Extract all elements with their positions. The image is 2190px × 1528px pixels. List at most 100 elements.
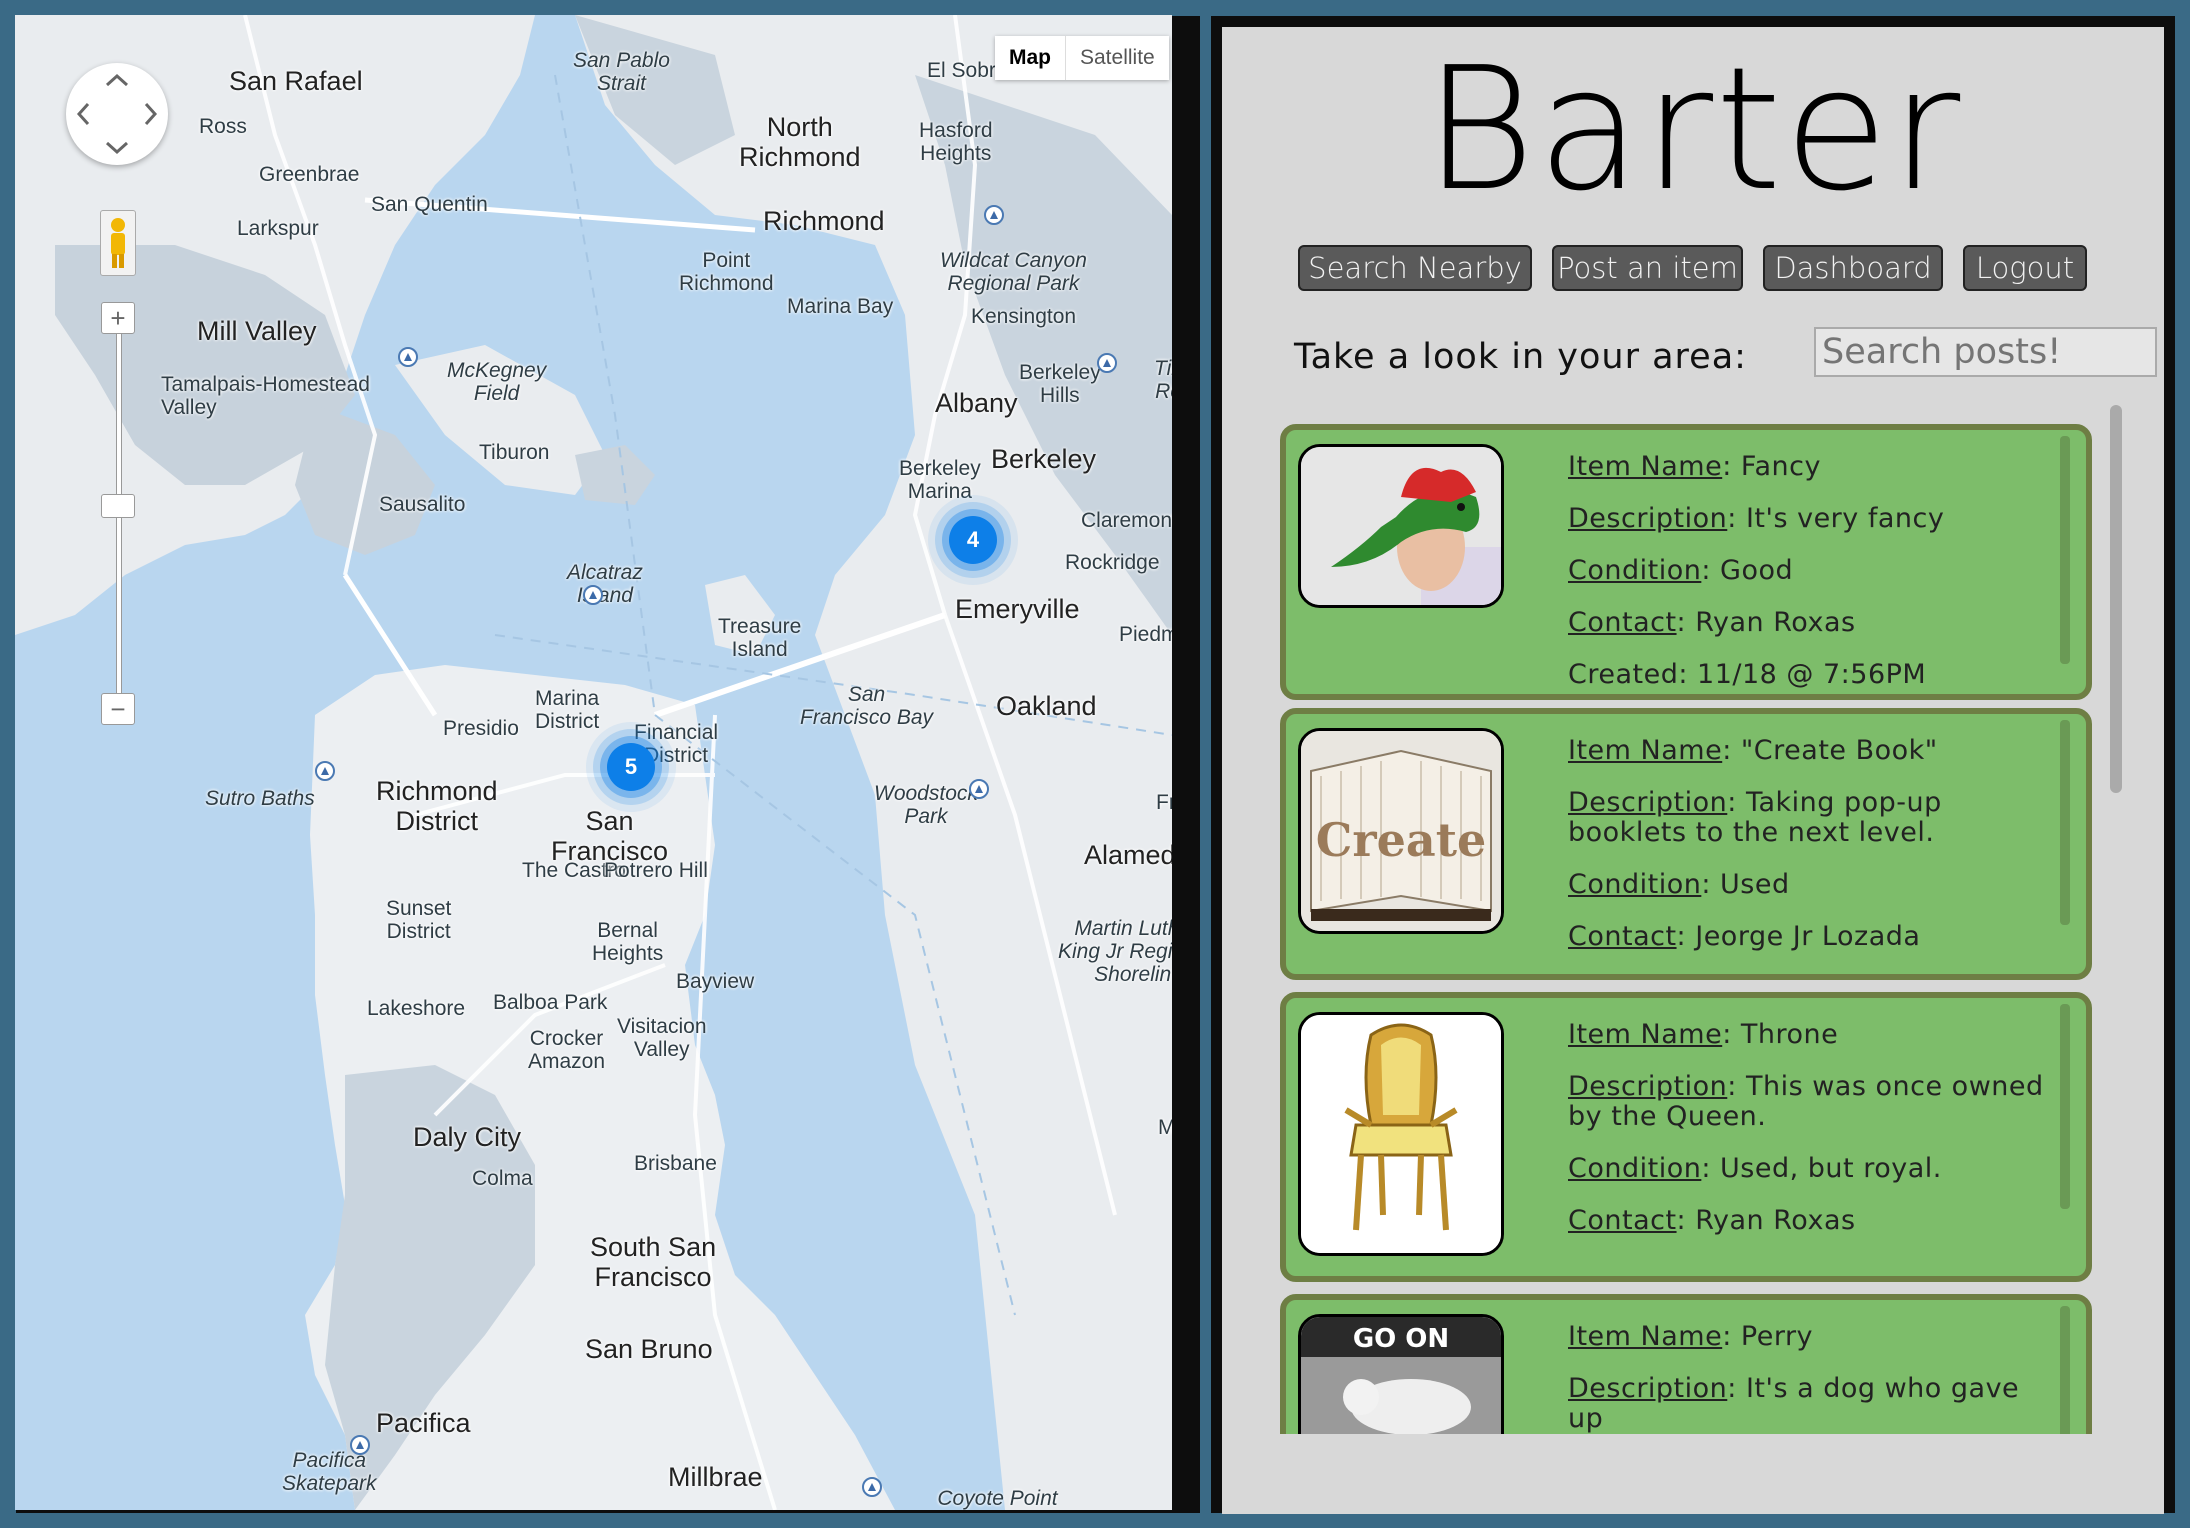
map-place-label: McKegney Field — [447, 359, 547, 406]
card-scrollbar[interactable] — [2060, 436, 2070, 664]
map-place-label: Woodstock Park — [874, 782, 978, 829]
map-place-label: Bernal Heights — [592, 919, 664, 966]
map-place-label: Sutro Baths — [205, 787, 315, 810]
map-place-label: Brisbane — [634, 1152, 717, 1175]
create-book-photo-icon: Create — [1301, 731, 1501, 931]
pan-control[interactable] — [66, 63, 168, 165]
field-key[interactable]: Item Name — [1568, 1019, 1722, 1050]
barter-app: Barter Search Nearby Post an item Dashbo… — [1222, 27, 2164, 1514]
post-field-item-name: Item Name: Perry — [1568, 1321, 1814, 1352]
card-scrollbar[interactable] — [2060, 1004, 2070, 1209]
field-key[interactable]: Item Name — [1568, 1321, 1722, 1352]
zoom-in-button[interactable]: + — [101, 302, 135, 334]
zoom-slider-handle[interactable] — [101, 494, 135, 518]
barter-logo: Barter — [1423, 31, 1963, 229]
park-poi-icon[interactable] — [398, 347, 418, 367]
map-place-label: South San Francisco — [590, 1232, 717, 1292]
meme-text: GO ON — [1353, 1324, 1449, 1354]
map-place-label: Coyote Point Recreation Area — [937, 1487, 1058, 1510]
map-place-label: Presidio — [443, 717, 519, 740]
post-card[interactable]: Item Name: Fancy Description: It's very … — [1280, 424, 2092, 700]
post-created: Created: 11/18 @ 7:56PM — [1568, 659, 1927, 690]
park-poi-icon[interactable] — [583, 585, 603, 605]
park-poi-icon[interactable] — [969, 779, 989, 799]
post-field-contact: Contact: Ryan Roxas — [1568, 1205, 1856, 1236]
field-key[interactable]: Description — [1568, 1373, 1727, 1404]
map-type-control: Map Satellite — [995, 36, 1169, 80]
post-card[interactable]: Item Name: Throne Description: This was … — [1280, 992, 2092, 1282]
book-art-text: Create — [1316, 813, 1486, 867]
map-place-label: Marina District — [535, 687, 600, 734]
pan-arrows-icon — [76, 73, 158, 155]
field-value: Used — [1720, 869, 1790, 900]
map-place-label: North Richmond — [739, 112, 861, 172]
map-place-label: Potrero Hill — [604, 859, 708, 882]
map-place-label: San Francisco — [551, 806, 669, 866]
map-place-label: Alcatraz Island — [567, 561, 643, 608]
map-place-label: Daly City — [413, 1122, 522, 1152]
street-view-pegman[interactable] — [100, 210, 136, 276]
field-key[interactable]: Condition — [1568, 869, 1701, 900]
post-field-description: Description: Taking pop-up booklets to t… — [1568, 787, 1942, 848]
map-place-label: Tiburon — [479, 441, 550, 464]
search-nearby-button[interactable]: Search Nearby — [1298, 245, 1532, 291]
dashboard-button[interactable]: Dashboard — [1763, 245, 1943, 291]
zoom-out-button[interactable]: − — [101, 693, 135, 725]
field-value: "Create Book" — [1740, 735, 1938, 766]
post-field-description: Description: It's a dog who gave up — [1568, 1373, 2020, 1434]
map-place-label: Bayview — [676, 970, 755, 993]
map-place-label: Piedmont — [1119, 623, 1172, 646]
marker-cluster[interactable]: 5 — [607, 743, 655, 791]
map-place-label: San Francisco Bay — [800, 683, 934, 730]
card-scrollbar[interactable] — [2060, 720, 2070, 925]
map-place-label: Emeryville — [955, 594, 1080, 624]
post-image — [1298, 1012, 1504, 1256]
field-key[interactable]: Contact — [1568, 607, 1677, 638]
search-posts-input[interactable] — [1814, 327, 2157, 377]
field-key[interactable]: Contact — [1568, 921, 1677, 952]
post-card[interactable]: Create Item Name: "Create Book" Descript… — [1280, 708, 2092, 980]
post-fields: Item Name: Fancy Description: It's very … — [1568, 452, 2058, 712]
field-key[interactable]: Item Name — [1568, 735, 1722, 766]
marker-cluster[interactable]: 4 — [949, 516, 997, 564]
field-value: It's very fancy — [1745, 503, 1945, 534]
field-value: Perry — [1740, 1321, 1814, 1352]
post-field-item-name: Item Name: Fancy — [1568, 451, 1821, 482]
map-place-label: Greenbrae — [259, 163, 360, 186]
map-place-label: Point Richmond — [679, 249, 774, 296]
field-key[interactable]: Contact — [1568, 1205, 1677, 1236]
park-poi-icon[interactable] — [862, 1477, 882, 1497]
field-value: Throne — [1740, 1019, 1839, 1050]
post-field-item-name: Item Name: Throne — [1568, 1019, 1839, 1050]
map-place-label: Richmond District — [376, 776, 498, 836]
post-image: GO ON — [1298, 1314, 1504, 1434]
map-place-label: Ross — [199, 115, 247, 138]
map-type-map-button[interactable]: Map — [995, 36, 1066, 80]
post-card[interactable]: GO ON Item Name: Perry Description: It's… — [1280, 1294, 2092, 1434]
post-fields: Item Name: Perry Description: It's a dog… — [1568, 1322, 2058, 1434]
post-item-button[interactable]: Post an item — [1552, 245, 1743, 291]
post-field-contact: Contact: Ryan Roxas — [1568, 607, 1856, 638]
field-key[interactable]: Condition — [1568, 1153, 1701, 1184]
field-key[interactable]: Condition — [1568, 555, 1701, 586]
map-place-label: Sausalito — [379, 493, 466, 516]
park-poi-icon[interactable] — [1097, 353, 1117, 373]
go-on-dog-photo-icon: GO ON — [1301, 1317, 1501, 1434]
field-key[interactable]: Description — [1568, 787, 1727, 818]
map-place-label: Pacifica Skatepark — [282, 1449, 377, 1496]
card-scrollbar[interactable] — [2060, 1306, 2070, 1434]
list-scrollbar[interactable] — [2110, 405, 2122, 793]
map[interactable]: San Rafael Ross Greenbrae San Quentin Larksp… — [15, 15, 1172, 1510]
field-key[interactable]: Description — [1568, 503, 1727, 534]
post-field-description: Description: It's very fancy — [1568, 503, 1945, 534]
map-type-satellite-button[interactable]: Satellite — [1066, 36, 1169, 80]
park-poi-icon[interactable] — [350, 1435, 370, 1455]
field-value: Jeorge Jr Lozada — [1695, 921, 1921, 952]
park-poi-icon[interactable] — [984, 205, 1004, 225]
map-place-label: Larkspur — [237, 217, 319, 240]
post-image — [1298, 444, 1504, 608]
logout-button[interactable]: Logout — [1963, 245, 2087, 291]
park-poi-icon[interactable] — [315, 761, 335, 781]
field-key[interactable]: Description — [1568, 1071, 1727, 1102]
field-key[interactable]: Item Name — [1568, 451, 1722, 482]
